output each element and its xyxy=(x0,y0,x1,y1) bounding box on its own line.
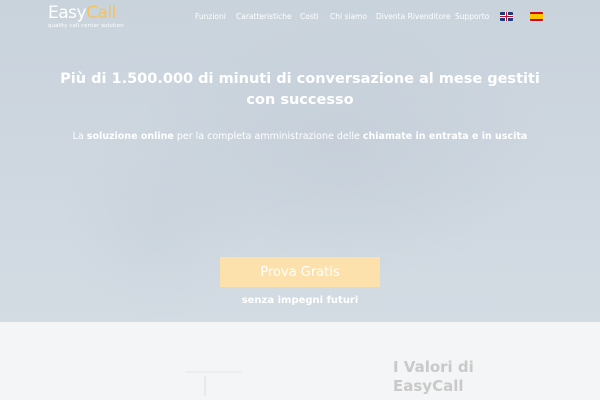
values-title: I Valori di EasyCall xyxy=(393,358,474,395)
nav-item-chi-siamo[interactable]: Chi siamo xyxy=(330,12,367,21)
cta-note: senza impegni futuri xyxy=(241,295,359,306)
values-section: I Valori di EasyCall xyxy=(0,322,600,400)
values-illustration-icon xyxy=(185,371,241,396)
spanish-flag-icon[interactable] xyxy=(530,12,543,21)
english-flag-icon[interactable] xyxy=(500,12,513,21)
nav-item-funzioni[interactable]: Funzioni xyxy=(195,12,226,21)
nav-item-costi[interactable]: Costi xyxy=(300,12,319,21)
logo[interactable]: EasyCall quality call center solution xyxy=(48,4,124,30)
nav-item-diventa-rivenditore[interactable]: Diventa Rivenditore xyxy=(376,12,451,21)
nav-item-supporto[interactable]: Supporto xyxy=(455,12,489,21)
try-free-button[interactable]: Prova Gratis xyxy=(220,257,380,287)
hero-subline: La soluzione online per la completa ammi… xyxy=(72,131,528,142)
logo-tagline: quality call center solution xyxy=(48,23,124,29)
logo-wordmark: EasyCall xyxy=(48,3,116,23)
hero-background-shape xyxy=(60,120,260,320)
hero-headline: Più di 1.500.000 di minuti di conversazi… xyxy=(60,71,540,108)
nav-item-caratteristiche[interactable]: Caratteristiche xyxy=(236,12,292,21)
hero-section: EasyCall quality call center solution Fu… xyxy=(0,0,600,322)
site-header: EasyCall quality call center solution Fu… xyxy=(0,0,600,34)
